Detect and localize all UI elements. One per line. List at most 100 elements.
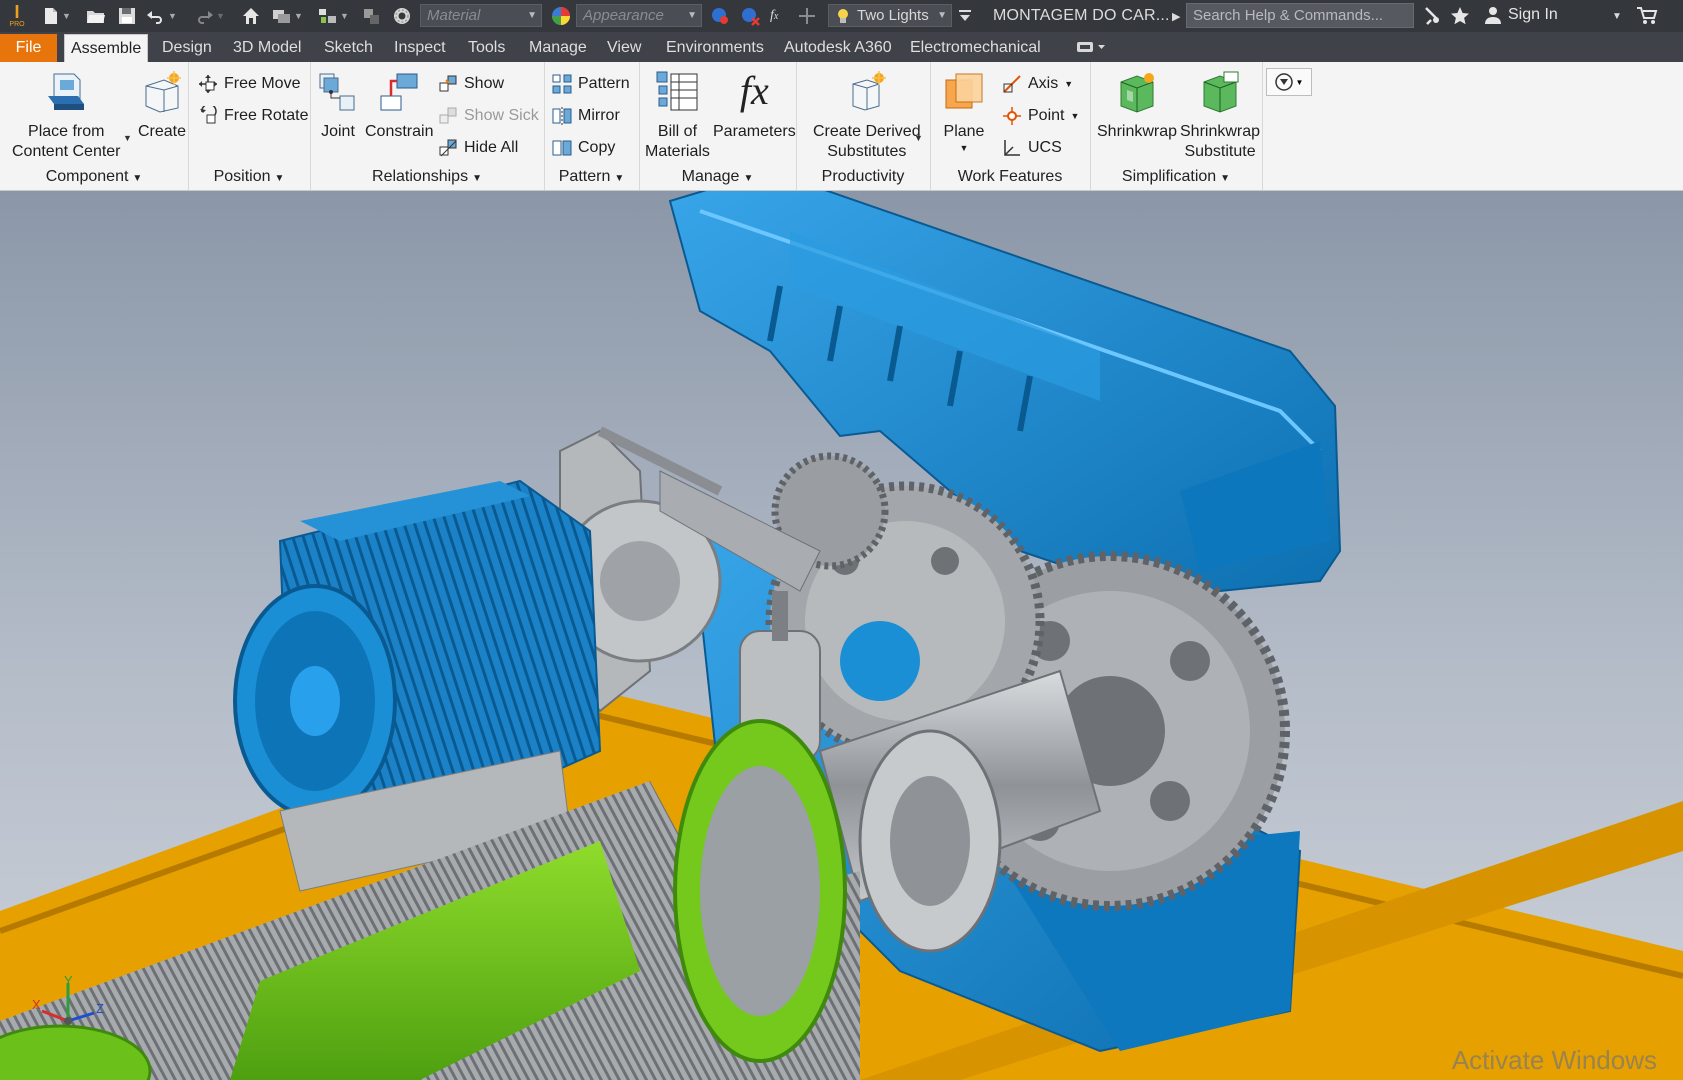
- hide-all-icon: [438, 138, 458, 158]
- measure-button[interactable]: [798, 6, 816, 26]
- tab-file[interactable]: File: [0, 34, 57, 62]
- appearance-dropdown[interactable]: Appearance ▼: [576, 4, 702, 27]
- place-from-content-center-button[interactable]: Place from Content Center: [12, 68, 121, 162]
- derived-label-line1: Create Derived: [813, 123, 921, 140]
- axis-chevron-icon[interactable]: ▼: [1064, 79, 1073, 89]
- chevron-down-icon: ▼: [937, 10, 947, 21]
- create-component-button[interactable]: Create: [138, 68, 186, 142]
- panel-relationships: Joint Constrain Show Show Sick Hide All …: [310, 62, 545, 190]
- content-center-icon: [44, 68, 88, 114]
- parameters-label: Parameters: [713, 123, 796, 140]
- sign-in-button[interactable]: Sign In: [1484, 6, 1558, 24]
- panel-pattern-title[interactable]: Pattern ▼: [544, 168, 639, 186]
- hide-all-button[interactable]: Hide All: [438, 136, 518, 160]
- store-button[interactable]: [1636, 6, 1658, 26]
- tab-inspect[interactable]: Inspect: [388, 34, 452, 62]
- save-button[interactable]: [118, 6, 136, 26]
- panel-component-title[interactable]: Component ▼: [0, 168, 188, 186]
- appearance-color-button[interactable]: [551, 6, 571, 26]
- project-button[interactable]: ▼: [272, 6, 303, 26]
- clear-appearance-button[interactable]: [740, 6, 760, 26]
- lighting-dropdown[interactable]: Two Lights ▼: [828, 4, 952, 27]
- ribbon-display-toggle[interactable]: [1070, 36, 1112, 64]
- point-chevron-icon[interactable]: ▼: [1070, 111, 1079, 121]
- chevron-down-icon: ▼: [132, 173, 143, 184]
- search-help-input[interactable]: Search Help & Commands...: [1186, 3, 1414, 28]
- copy-icon: [552, 138, 572, 158]
- redo-button[interactable]: ▼: [194, 6, 225, 26]
- panel-position-title[interactable]: Position ▼: [188, 168, 310, 186]
- plane-dropdown-chevron-icon[interactable]: ▼: [960, 142, 969, 154]
- free-rotate-icon: [198, 106, 218, 126]
- free-rotate-button[interactable]: Free Rotate: [198, 104, 308, 128]
- parameters-button[interactable]: fx Parameters: [713, 68, 796, 142]
- derived-dropdown-chevron-icon[interactable]: ▼: [914, 133, 923, 143]
- app-menu-button[interactable]: I PRO: [4, 2, 30, 30]
- place-label-line2: Content Center: [12, 143, 121, 160]
- fx-button[interactable]: fx: [770, 6, 778, 26]
- tab-design[interactable]: Design: [156, 34, 218, 62]
- show-label: Show: [464, 75, 505, 92]
- tab-sketch[interactable]: Sketch: [318, 34, 379, 62]
- undo-button[interactable]: ▼: [146, 6, 177, 26]
- account-menu-chevron-icon[interactable]: ▼: [1612, 6, 1622, 26]
- constrain-icon: [377, 68, 421, 114]
- ribbon-tab-bar: File Assemble Design 3D Model Sketch Ins…: [0, 32, 1683, 64]
- tab-assemble[interactable]: Assemble: [64, 34, 149, 63]
- favorites-button[interactable]: [1450, 6, 1470, 26]
- shrinkwrap-substitute-button[interactable]: Shrinkwrap Substitute: [1180, 68, 1260, 162]
- show-sick-button[interactable]: Show Sick: [438, 104, 539, 128]
- point-button[interactable]: Point ▼: [1002, 104, 1079, 128]
- select-button[interactable]: ▼: [318, 6, 349, 26]
- filter-circle-icon: [1274, 73, 1293, 91]
- tab-tools[interactable]: Tools: [462, 34, 511, 62]
- pattern-button[interactable]: Pattern: [552, 72, 630, 96]
- joint-icon: [316, 68, 360, 114]
- open-button[interactable]: [86, 6, 106, 26]
- free-move-button[interactable]: Free Move: [198, 72, 300, 96]
- star-icon: [1451, 7, 1469, 25]
- tab-view[interactable]: View: [601, 34, 647, 62]
- undo-icon: [147, 11, 162, 24]
- panel-relationships-title[interactable]: Relationships ▼: [310, 168, 544, 186]
- tab-3d-model[interactable]: 3D Model: [227, 34, 307, 62]
- update-button[interactable]: [362, 6, 382, 26]
- clear-appearance-icon: [742, 8, 760, 26]
- constrain-button[interactable]: Constrain: [365, 68, 433, 142]
- constrain-label: Constrain: [365, 123, 434, 140]
- plane-button[interactable]: Plane ▼: [942, 68, 986, 154]
- binoculars-icon: [1425, 7, 1439, 25]
- shrinkwrap-button[interactable]: Shrinkwrap: [1097, 68, 1177, 142]
- graphics-viewport[interactable]: X Y Z Activate Windows: [0, 191, 1683, 1080]
- tab-environments[interactable]: Environments: [660, 34, 770, 62]
- redo-icon: [198, 11, 213, 24]
- ilogic-button[interactable]: [392, 6, 412, 26]
- show-sick-label: Show Sick: [464, 107, 539, 124]
- tab-autodesk-a360[interactable]: Autodesk A360: [778, 34, 898, 62]
- show-button[interactable]: Show: [438, 72, 504, 96]
- customize-qat-button[interactable]: [958, 6, 972, 26]
- tab-manage[interactable]: Manage: [523, 34, 593, 62]
- ribbon-options-button[interactable]: ▼: [1266, 68, 1312, 96]
- ucs-button[interactable]: UCS: [1002, 136, 1062, 160]
- material-dropdown[interactable]: Material ▼: [420, 4, 542, 27]
- inventor-logo-icon: I: [14, 2, 20, 22]
- joint-button[interactable]: Joint: [316, 68, 360, 142]
- binoculars-button[interactable]: [1422, 6, 1442, 26]
- mirror-button[interactable]: Mirror: [552, 104, 620, 128]
- create-derived-substitutes-button[interactable]: Create Derived Substitutes: [813, 68, 921, 162]
- home-icon: [243, 8, 259, 24]
- adjust-appearance-button[interactable]: [710, 6, 730, 26]
- place-dropdown-chevron-icon[interactable]: ▼: [123, 133, 132, 143]
- new-file-button[interactable]: ▼: [42, 6, 71, 26]
- panel-manage-title[interactable]: Manage ▼: [639, 168, 796, 186]
- bom-label-line1: Bill of: [657, 123, 698, 140]
- axis-button[interactable]: Axis ▼: [1002, 72, 1073, 96]
- panel-productivity: Create Derived Substitutes ▼ Productivit…: [796, 62, 931, 190]
- home-button[interactable]: [242, 6, 260, 26]
- copy-button[interactable]: Copy: [552, 136, 615, 160]
- tab-electromechanical[interactable]: Electromechanical: [904, 34, 1047, 62]
- chevron-down-icon: ▼: [274, 173, 285, 184]
- panel-simplification-title[interactable]: Simplification ▼: [1090, 168, 1262, 186]
- bill-of-materials-button[interactable]: Bill of Materials: [645, 68, 710, 162]
